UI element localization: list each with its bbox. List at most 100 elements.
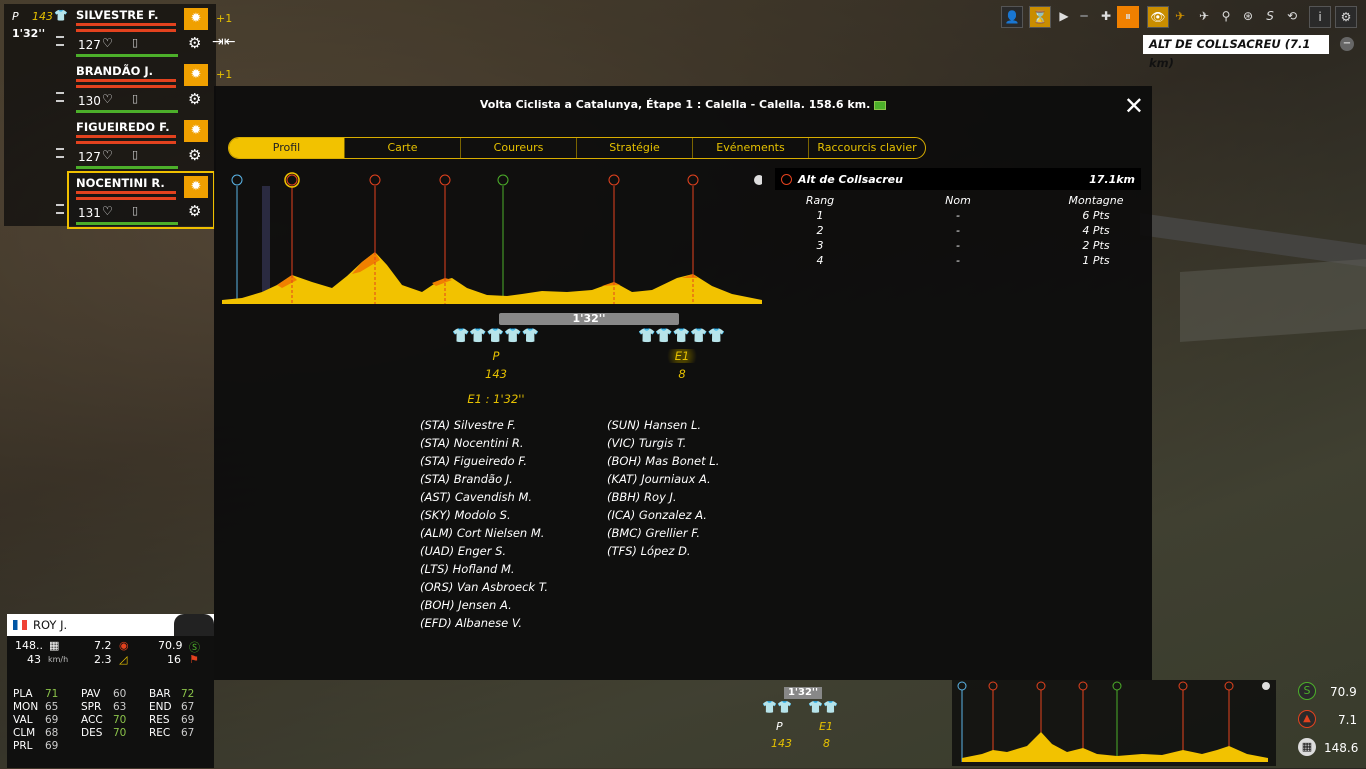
climb-marker-icon [439, 174, 451, 186]
monitor-icon [874, 100, 887, 110]
list-item: (SKY) Modolo S. [420, 508, 511, 522]
distance-stats: S 70.9 ▲ 7.1 ▦ 148.6 [1290, 678, 1366, 768]
escape-gap: E1 : 1'32'' [467, 392, 525, 406]
remove-icon[interactable]: − [1340, 37, 1354, 51]
effort-bar [76, 197, 176, 200]
col-montagne: Montagne [1068, 194, 1124, 207]
mini-profile[interactable] [952, 680, 1276, 766]
list-item: (UAD) Enger S. [420, 544, 507, 558]
group-gap: 1'32'' [12, 27, 46, 40]
bottle-icon: ▯ [132, 204, 139, 217]
flag-icon [13, 620, 27, 630]
gear-icon[interactable]: ⚙ [188, 34, 201, 52]
manager-icon[interactable]: 👤 [1001, 6, 1023, 28]
wheel-icon[interactable]: ⊛ [1237, 6, 1259, 28]
list-item: (LTS) Hofland M. [420, 562, 515, 576]
rider-order-handle[interactable] [56, 92, 64, 102]
tab-profil[interactable]: Profil [229, 138, 345, 158]
energy-bar [76, 166, 178, 169]
eye-icon[interactable]: 👁 [1147, 6, 1169, 28]
info-icon[interactable]: i [1309, 6, 1331, 28]
hourglass-icon[interactable]: ⌛ [1029, 6, 1051, 28]
table-cell: - [956, 224, 960, 237]
tab-strategie[interactable]: Stratégie [577, 138, 693, 158]
table-cell: 2 [816, 224, 824, 237]
heart-icon: ♡ [102, 36, 113, 50]
leader-badge-icon[interactable]: ✹ [184, 8, 208, 30]
list-item: (BBH) Roy J. [607, 490, 677, 504]
rider-card-4[interactable]: NOCENTINI R. 131 ♡ ▯ ✹ ⚙ [67, 171, 215, 229]
rider-name: BRANDÃO J. [76, 64, 154, 78]
km-to-climb: 7.2 [94, 639, 112, 652]
tab-carte[interactable]: Carte [345, 138, 461, 158]
jersey-icon: 👕👕👕👕👕 [638, 328, 726, 344]
leader-badge-icon[interactable]: ✹ [184, 176, 208, 198]
rider-card-2[interactable]: BRANDÃO J. 130 ♡ ▯ ✹ ⚙ +1 [68, 60, 232, 116]
heart-icon: ♡ [102, 204, 113, 218]
sprint-marker-icon [497, 174, 509, 186]
car-icon[interactable]: ✈ [1169, 6, 1191, 28]
climb-distance: 17.1km [1089, 172, 1135, 186]
settings-icon[interactable]: ⚙ [1335, 6, 1357, 28]
attack-icon[interactable]: ⇥⇤ [212, 34, 235, 50]
race-position-marker [262, 186, 270, 304]
play-icon[interactable]: ▶ [1053, 6, 1075, 28]
list-item: (STA) Silvestre F. [420, 418, 517, 432]
flag-red-icon: ⚑ [189, 653, 199, 666]
rider-card-3[interactable]: FIGUEIREDO F. 127 ♡ ▯ ✹ ⚙ [68, 116, 214, 172]
jersey-icon: 👕 [54, 9, 68, 22]
table-cell: 2 Pts [1082, 239, 1110, 252]
bottle-icon: ▯ [132, 92, 139, 105]
gear-icon[interactable]: ⚙ [188, 146, 201, 164]
slower-icon[interactable]: ━ [1073, 6, 1095, 28]
gear-icon[interactable]: ⚙ [188, 90, 201, 108]
jersey-icon: 👕👕 [808, 700, 838, 714]
group-label: P [12, 10, 19, 23]
stage-profile[interactable] [222, 170, 762, 306]
health-bar [76, 23, 176, 26]
pause-icon[interactable]: ⏸ [1117, 6, 1139, 28]
sprint-icon[interactable]: S [1259, 6, 1281, 28]
peloton-riders: (STA) Silvestre F. (STA) Nocentini R. (STA… [420, 416, 548, 632]
tab-coureurs[interactable]: Coureurs [461, 138, 577, 158]
jersey-icon: 👕👕 [762, 700, 792, 714]
energy-bar [76, 222, 178, 225]
helicopter-icon[interactable]: ✈ [1193, 6, 1215, 28]
leader-badge-icon[interactable]: ✹ [184, 64, 208, 86]
rider-avatar [174, 614, 214, 636]
table-cell: - [956, 239, 960, 252]
table-cell: 1 Pts [1082, 254, 1110, 267]
distance-done: 148.. [15, 639, 43, 652]
climb-header: Alt de Collsacreu 17.1km [775, 168, 1141, 190]
leader-badge-icon[interactable]: ✹ [184, 120, 208, 142]
energy-bar [76, 54, 178, 57]
rider-order-handle[interactable] [56, 36, 64, 46]
selected-rider-panel: ROY J. 148.. ▦ 43 km/h 7.2 ◉ 2.3 ◿ 70.9 … [7, 614, 214, 768]
gap-bar: 1'32'' [499, 313, 679, 325]
col-nom: Nom [945, 194, 971, 207]
next-climb-box[interactable]: ALT DE COLLSACREU (7.1 km) [1143, 35, 1329, 70]
table-cell: - [956, 254, 960, 267]
close-icon[interactable]: ✕ [1124, 92, 1144, 120]
group-count: 143 [32, 10, 53, 23]
climb-icon: ▲ [1298, 710, 1316, 728]
gear-icon[interactable]: ⚙ [188, 202, 201, 220]
moto-icon[interactable]: ⚲ [1215, 6, 1237, 28]
col-rang: Rang [805, 194, 835, 207]
mini-peloton-label: P [776, 720, 783, 733]
rider-energy: 130 [78, 94, 101, 108]
finish-flag-icon: ▦ [49, 639, 60, 652]
cycle-icon[interactable]: ⟲ [1281, 6, 1303, 28]
rider-name: FIGUEIREDO F. [76, 120, 170, 134]
mini-gap-bar: 1'32'' [784, 687, 822, 699]
tab-evenements[interactable]: Evénements [693, 138, 809, 158]
km-to-sprint: 70.9 [158, 639, 183, 652]
rider-order-handle[interactable] [56, 204, 64, 214]
rider-card-1[interactable]: SILVESTRE F. 127 ♡ ▯ ✹ ⚙ +1 ⇥⇤ [68, 4, 235, 60]
rider-order-handle[interactable] [56, 148, 64, 158]
tab-raccourcis[interactable]: Raccourcis clavier [809, 138, 925, 158]
faster-icon[interactable]: ✚ [1095, 6, 1117, 28]
list-item: (ORS) Van Asbroeck T. [420, 580, 549, 594]
climb-name: Alt de Collsacreu [798, 172, 903, 186]
list-item: (STA) Figueiredo F. [420, 454, 528, 468]
